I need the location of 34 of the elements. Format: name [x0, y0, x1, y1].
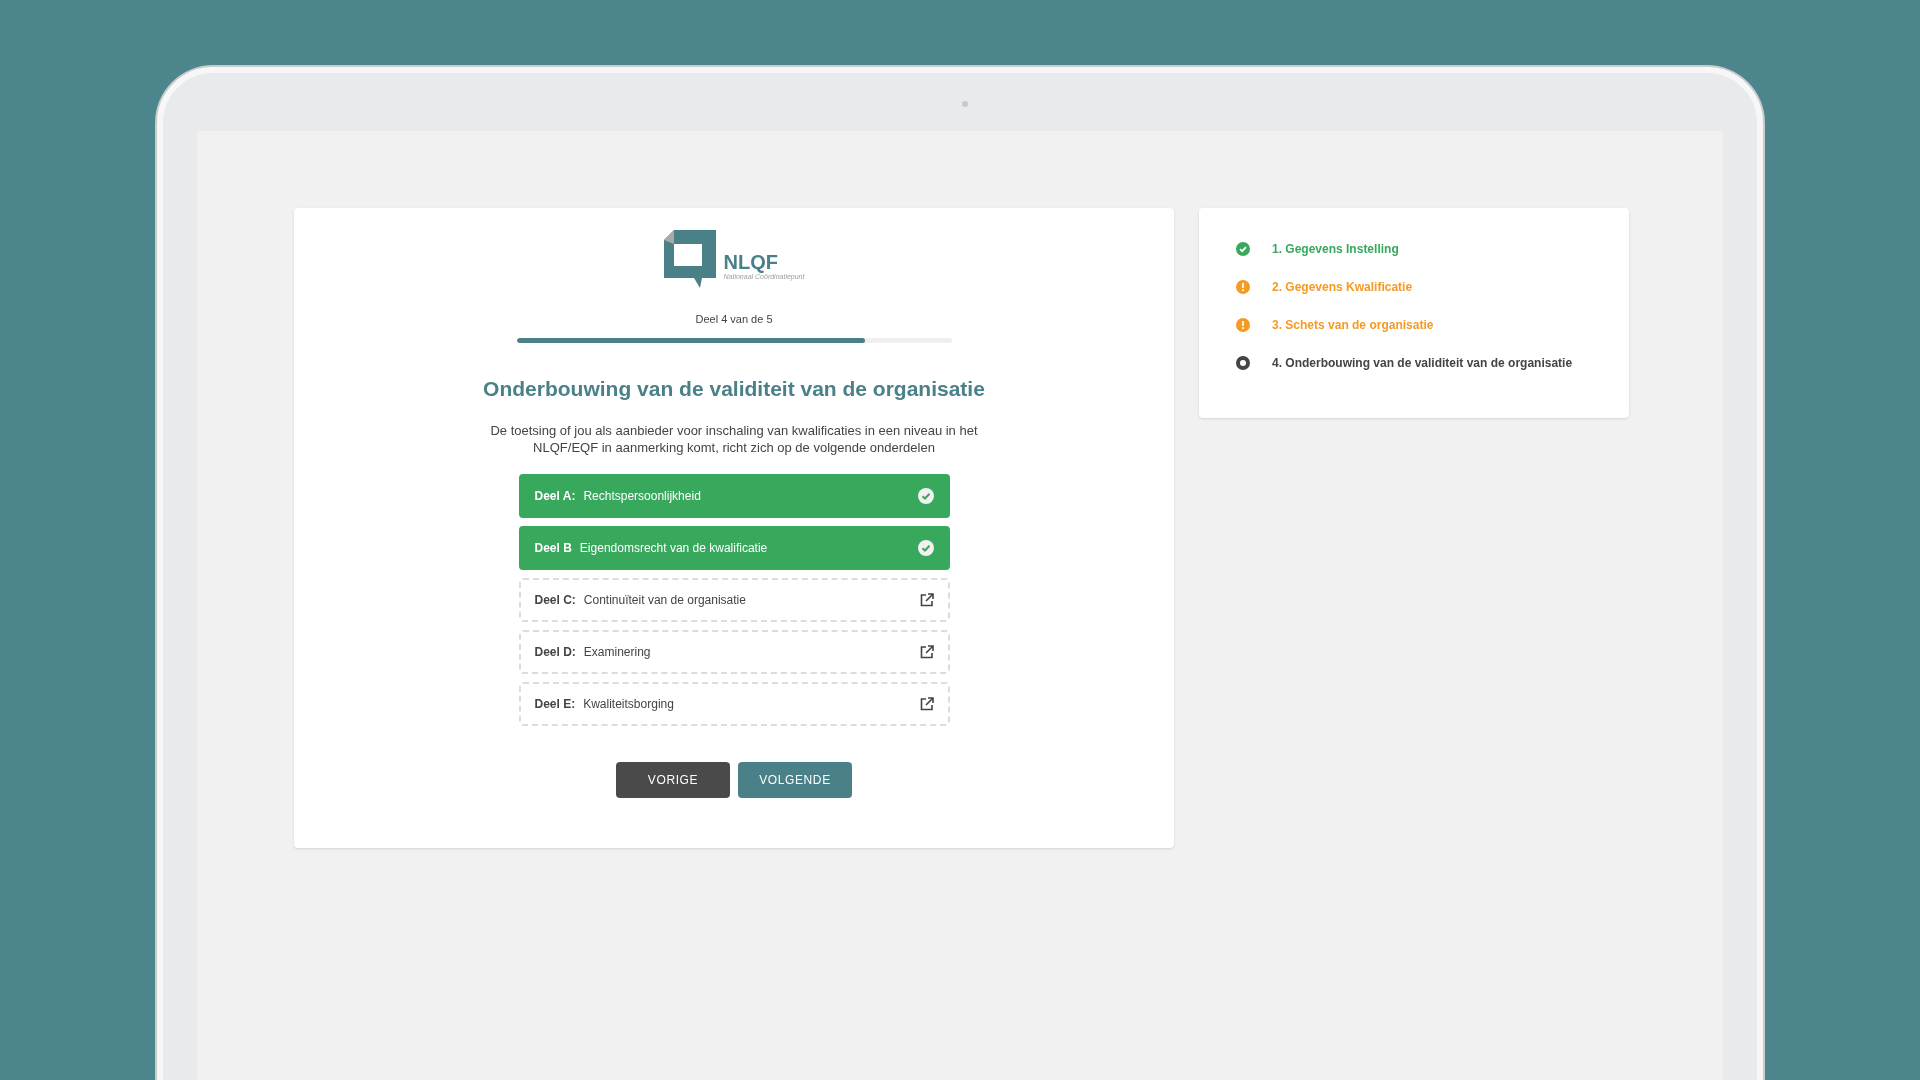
progress-label: Deel 4 van de 5 — [695, 312, 773, 327]
section-row[interactable]: Deel C: Continuïteit van de organisatie — [518, 578, 950, 622]
camera-icon — [962, 101, 968, 107]
section-row[interactable]: Deel D: Examinering — [518, 630, 950, 674]
page-title: Onderbouwing van de validiteit van de organisatie — [483, 375, 985, 402]
section-row[interactable]: Deel A: Rechtspersoonlijkheid — [518, 474, 950, 518]
step-link[interactable]: 4. Onderbouwing van de validiteit van de organisatie — [1272, 354, 1573, 372]
section-name: Rechtspersoonlijkheid — [583, 488, 702, 505]
check-circle-icon — [917, 488, 934, 504]
section-label: Deel A: — [534, 488, 576, 505]
section-label: Deel B — [534, 540, 572, 557]
section-label: Deel E: — [534, 696, 576, 713]
external-link-icon[interactable] — [919, 593, 934, 607]
check-circle-icon — [917, 540, 934, 556]
section-name: Kwaliteitsborging — [583, 696, 675, 713]
current-step-icon — [1236, 356, 1250, 370]
external-link-icon[interactable] — [919, 645, 934, 659]
section-row[interactable]: Deel B Eigendomsrecht van de kwalificatie — [518, 526, 950, 570]
intro-text: De toetsing of jou als aanbieder voor inschaling van kwalificaties in een niveau in het NLQF/EQF in aanmerking komt, richt zich op de volgende onderdelen — [489, 422, 979, 456]
step-link[interactable]: 2. Gegevens Kwalificatie — [1272, 278, 1413, 296]
section-row[interactable]: Deel E: Kwaliteitsborging — [518, 682, 950, 726]
external-link-icon[interactable] — [919, 697, 934, 711]
logo-text: NLQF — [723, 251, 778, 272]
section-name: Continuïteit van de organisatie — [583, 592, 747, 609]
previous-button[interactable]: VORIGE — [616, 762, 730, 798]
section-label: Deel C: — [534, 592, 576, 609]
warning-circle-icon — [1236, 318, 1250, 332]
step-link[interactable]: 1. Gegevens Instelling — [1272, 240, 1399, 258]
section-name: Examinering — [583, 644, 652, 661]
check-circle-icon — [1236, 242, 1250, 256]
next-button[interactable]: VOLGENDE — [738, 762, 852, 798]
warning-circle-icon — [1236, 280, 1250, 294]
section-label: Deel D: — [534, 644, 576, 661]
section-name: Eigendomsrecht van de kwalificatie — [579, 540, 769, 557]
